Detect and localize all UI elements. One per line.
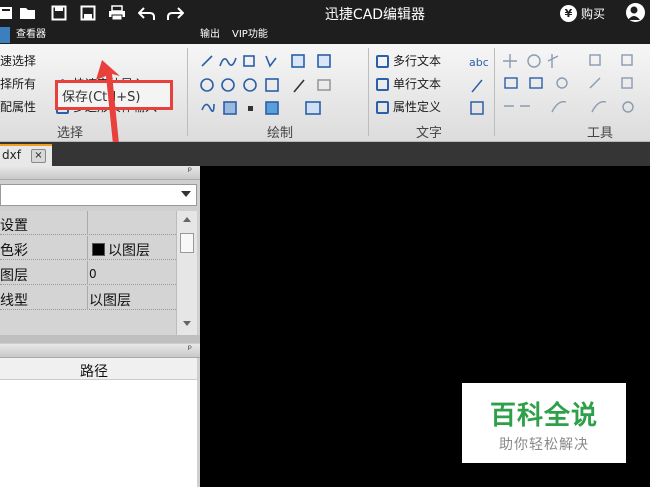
property-name: 色彩 [0, 243, 28, 259]
match-properties-label: 配属性 [0, 100, 37, 114]
properties-panel-header: ᵖ [0, 166, 200, 180]
pin-icon[interactable]: ᵖ [188, 166, 192, 177]
print-icon[interactable] [107, 3, 127, 23]
chevron-down-icon [181, 191, 191, 197]
user-account-icon[interactable] [626, 3, 645, 22]
menu-icon[interactable] [0, 3, 16, 23]
property-row[interactable]: 线型 以图层 [0, 286, 176, 310]
tab-viewer[interactable]: 查看器 [16, 27, 46, 43]
property-value: 以图层 [108, 243, 150, 259]
property-row[interactable]: 色彩 以图层 [0, 236, 176, 260]
scroll-up-icon[interactable] [183, 217, 191, 222]
match-properties-button[interactable]: 配属性 [0, 98, 36, 116]
column-divider [87, 261, 88, 285]
group-label-text: 文字 [415, 126, 442, 141]
svg-text:abc: abc [469, 56, 488, 69]
select-all-button[interactable]: 择所有 [0, 75, 36, 93]
attribute-definition-label: 属性定义 [393, 100, 442, 114]
property-scrollbar[interactable] [176, 211, 197, 335]
property-value-color[interactable]: 以图层 [92, 240, 150, 260]
property-row[interactable]: 图层 0 [0, 261, 176, 285]
properties-panel: ᵖ 设置 色彩 以图层 图层 0 线型 以图层 ᵖ 路径 [0, 166, 200, 487]
multiline-text-button[interactable]: 多行文本 [376, 52, 441, 70]
yen-coin-icon: ¥ [560, 4, 577, 22]
property-value: 0 [89, 267, 97, 281]
property-grid: 设置 色彩 以图层 图层 0 线型 以图层 [0, 211, 176, 335]
scroll-down-icon[interactable] [183, 321, 191, 326]
draw-tools-icons[interactable] [198, 52, 364, 122]
column-divider [87, 286, 88, 310]
document-tab-strip: dxf × [0, 142, 650, 166]
path-column-header[interactable]: 路径 [80, 361, 108, 381]
property-name: 设置 [0, 218, 28, 234]
buy-button[interactable]: ¥ 购买 [560, 2, 605, 24]
buy-label: 购买 [581, 6, 606, 21]
panel-divider [0, 335, 200, 343]
ribbon-tab-bar: 查看器 输出 VIP功能 [0, 26, 650, 44]
property-name: 线型 [0, 293, 28, 309]
quick-select-label: 速选择 [0, 54, 37, 68]
redo-icon[interactable] [165, 3, 185, 23]
column-divider [87, 211, 88, 235]
property-row[interactable]: 设置 [0, 211, 176, 235]
single-line-text-label: 单行文本 [393, 77, 442, 91]
property-name: 图层 [0, 268, 28, 284]
text-icon [376, 54, 389, 68]
color-swatch [92, 243, 105, 256]
close-tab-icon[interactable]: × [31, 149, 46, 163]
tab-output[interactable]: 输出 [200, 27, 220, 43]
multiline-text-label: 多行文本 [393, 54, 442, 68]
quick-select-button[interactable]: 速选择 [0, 52, 36, 70]
property-value: 以图层 [89, 293, 131, 309]
text-tools-icons[interactable]: abc [468, 52, 488, 122]
tab-vip[interactable]: VIP功能 [232, 27, 268, 43]
document-tab-name: dxf [2, 148, 21, 162]
files-list: 路径 [0, 358, 197, 487]
tab-active-partial[interactable] [0, 27, 10, 43]
group-separator [494, 48, 495, 136]
group-label-select: 选择 [56, 126, 83, 141]
select-all-label: 择所有 [0, 77, 37, 91]
scrollbar-thumb[interactable] [180, 233, 194, 253]
attribute-icon [376, 100, 389, 114]
files-column-header: 路径 [0, 358, 197, 380]
column-divider [87, 236, 88, 260]
single-line-text-button[interactable]: 单行文本 [376, 75, 441, 93]
title-bar: 迅捷CAD编辑器 ¥ 购买 [0, 0, 650, 26]
attribute-definition-button[interactable]: 属性定义 [376, 98, 441, 116]
tools-icons[interactable] [502, 52, 650, 122]
group-label-draw: 绘制 [266, 126, 293, 141]
group-separator [368, 48, 369, 136]
files-panel-header: ᵖ [0, 344, 200, 358]
undo-icon[interactable] [137, 3, 157, 23]
group-separator [187, 48, 188, 136]
save-as-icon[interactable] [78, 3, 98, 23]
document-tab[interactable]: dxf × [0, 144, 52, 166]
object-type-dropdown[interactable] [0, 184, 197, 206]
open-folder-icon[interactable] [18, 3, 38, 23]
app-title: 迅捷CAD编辑器 [324, 7, 426, 23]
watermark-logo: 百科全说 助你轻松解决 [462, 383, 626, 463]
group-label-tools: 工具 [586, 126, 613, 141]
pin-icon[interactable]: ᵖ [188, 344, 192, 355]
watermark-title: 百科全说 [489, 401, 598, 431]
text-icon [376, 77, 389, 91]
watermark-subtitle: 助你轻松解决 [499, 437, 589, 453]
save-icon[interactable] [49, 3, 69, 23]
